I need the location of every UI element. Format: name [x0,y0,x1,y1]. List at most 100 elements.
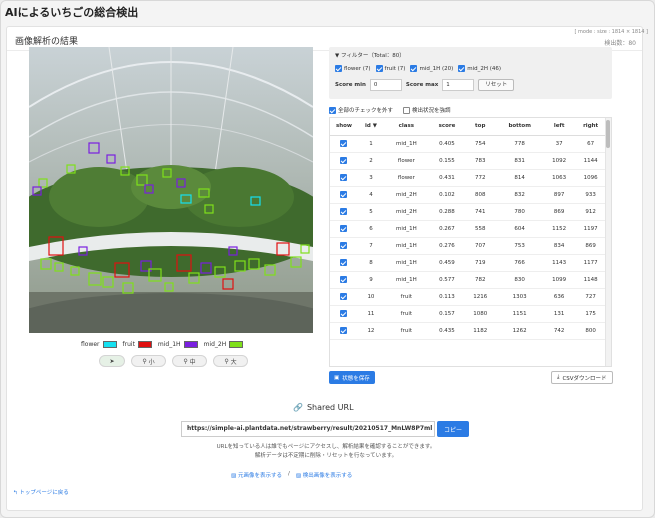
score-max-input[interactable]: 1 [442,79,475,91]
row-show-checkbox[interactable] [330,288,358,306]
row-show-checkbox[interactable] [330,220,358,238]
table-cell: mid_1H [383,220,429,238]
row-show-checkbox[interactable] [330,152,358,170]
row-show-checkbox[interactable] [330,271,358,289]
col-bottom[interactable]: bottom [495,118,544,136]
table-row[interactable]: 11 fruit 0.157 1080 1151 131 175 [330,305,607,323]
row-show-checkbox[interactable] [330,237,358,255]
checkbox-icon [339,140,347,147]
col-left[interactable]: left [544,118,575,136]
row-show-checkbox[interactable] [330,254,358,272]
table-cell: 753 [495,237,544,255]
table-cell: 707 [465,237,496,255]
table-scrollbar[interactable] [605,118,611,366]
table-cell: 0.267 [428,220,466,238]
table-cell: 1092 [544,152,575,170]
table-row[interactable]: 6 mid_1H 0.267 558 604 1152 1197 [330,220,607,238]
checkbox-icon [339,310,347,317]
table-row[interactable]: 9 mid_1H 0.577 782 830 1099 1148 [330,271,607,289]
table-cell: 1303 [495,288,544,306]
back-to-top-link[interactable]: ↰ トップページに戻る [13,488,69,496]
cursor-icon: ➤ [109,357,115,365]
table-cell: 10 [358,288,384,306]
detection-image[interactable] [29,47,313,333]
col-id[interactable]: id ▼ [358,118,384,136]
table-cell: 766 [495,254,544,272]
zoom-large-button[interactable]: ⚲ 大 [213,355,248,367]
highlight-checkbox[interactable]: 検出状況を強調 [403,106,451,114]
table-cell: 67 [574,135,607,153]
table-cell: mid_1H [383,237,429,255]
show-original-link[interactable]: ▨ 元画像を表示する [231,471,282,479]
zoom-large-label: 大 [230,358,237,366]
table-row[interactable]: 7 mid_1H 0.276 707 753 834 869 [330,237,607,255]
table-cell: 0.435 [428,322,466,340]
table-cell: 1177 [574,254,607,272]
table-cell: 719 [465,254,496,272]
table-cell: 0.431 [428,169,466,187]
table-row[interactable]: 12 fruit 0.435 1182 1262 742 800 [330,322,607,340]
table-cell: 783 [465,152,496,170]
filter-panel: ▼ フィルター（Total：80） flower (7) fruit (7) m… [329,47,612,99]
table-cell: 869 [544,203,575,221]
table-cell: 0.288 [428,203,466,221]
row-show-checkbox[interactable] [330,186,358,204]
reset-button[interactable]: リセット [478,79,515,91]
table-cell: 1099 [544,271,575,289]
filter-mid1h-checkbox[interactable]: mid_1H (20) [410,65,453,72]
col-class[interactable]: class [383,118,429,136]
zoom-medium-button[interactable]: ⚲ 中 [172,355,207,367]
checkbox-icon [410,65,418,72]
row-show-checkbox[interactable] [330,305,358,323]
detection-table: show id ▼ class score top bottom left ri… [329,117,612,367]
checkbox-icon [339,191,347,198]
save-icon: ▣ [334,374,340,381]
csv-download-button[interactable]: ⤓ CSVダウンロード [551,371,613,384]
mode-info: [ mode : size : 1814 × 1814 ] [574,29,649,35]
notice-line: 解析データは不定期に削除・リセットを行なっています。 [254,453,398,459]
table-cell: 7 [358,237,384,255]
table-row[interactable]: 10 fruit 0.113 1216 1303 636 727 [330,288,607,306]
show-detect-link[interactable]: ▨ 検出画像を表示する [296,471,352,479]
copy-button[interactable]: コピー [437,421,469,437]
col-score[interactable]: score [428,118,466,136]
back-arrow-icon: ↰ [13,490,18,496]
table-row[interactable]: 3 flower 0.431 772 814 1063 1096 [330,169,607,187]
table-cell: 830 [495,271,544,289]
table-cell: mid_1H [383,254,429,272]
row-show-checkbox[interactable] [330,135,358,153]
zoom-controls: ➤ ⚲ 小 ⚲ 中 ⚲ 大 [99,355,248,367]
table-row[interactable]: 2 flower 0.155 783 831 1092 1144 [330,152,607,170]
shared-url-field[interactable]: https://simple-ai.plantdata.net/strawber… [181,421,435,437]
row-show-checkbox[interactable] [330,169,358,187]
table-cell: 727 [574,288,607,306]
filter-mid2h-checkbox[interactable]: mid_2H (46) [458,65,501,72]
col-right[interactable]: right [574,118,607,136]
checkbox-icon [339,208,347,215]
score-min-input[interactable]: 0 [369,79,402,91]
save-state-button[interactable]: ▣ 状態を保存 [329,371,375,384]
table-row[interactable]: 1 mid_1H 0.405 754 778 37 67 [330,135,607,153]
row-show-checkbox[interactable] [330,203,358,221]
legend-label: fruit [122,340,135,348]
zoom-small-button[interactable]: ⚲ 小 [131,355,166,367]
table-cell: 558 [465,220,496,238]
row-show-checkbox[interactable] [330,322,358,340]
table-cell: 1148 [574,271,607,289]
pointer-button[interactable]: ➤ [99,355,125,367]
col-show: show [330,118,358,136]
table-row[interactable]: 8 mid_1H 0.459 719 766 1143 1177 [330,254,607,272]
filter-icon: ▼ [335,53,340,59]
scrollbar-thumb[interactable] [606,120,610,148]
legend-item-flower: flower [81,340,117,348]
table-row[interactable]: 5 mid_2H 0.288 741 780 869 912 [330,203,607,221]
table-cell: 814 [495,169,544,187]
legend-item-mid1h: mid_1H [158,340,198,348]
filter-flower-checkbox[interactable]: flower (7) [335,65,371,72]
table-cell: 0.405 [428,135,466,153]
filter-fruit-checkbox[interactable]: fruit (7) [375,65,405,72]
table-row[interactable]: 4 mid_2H 0.102 808 832 897 933 [330,186,607,204]
table-cell: 37 [544,135,575,153]
col-top[interactable]: top [465,118,496,136]
uncheck-all-checkbox[interactable]: 全部のチェックを外す [329,106,393,114]
